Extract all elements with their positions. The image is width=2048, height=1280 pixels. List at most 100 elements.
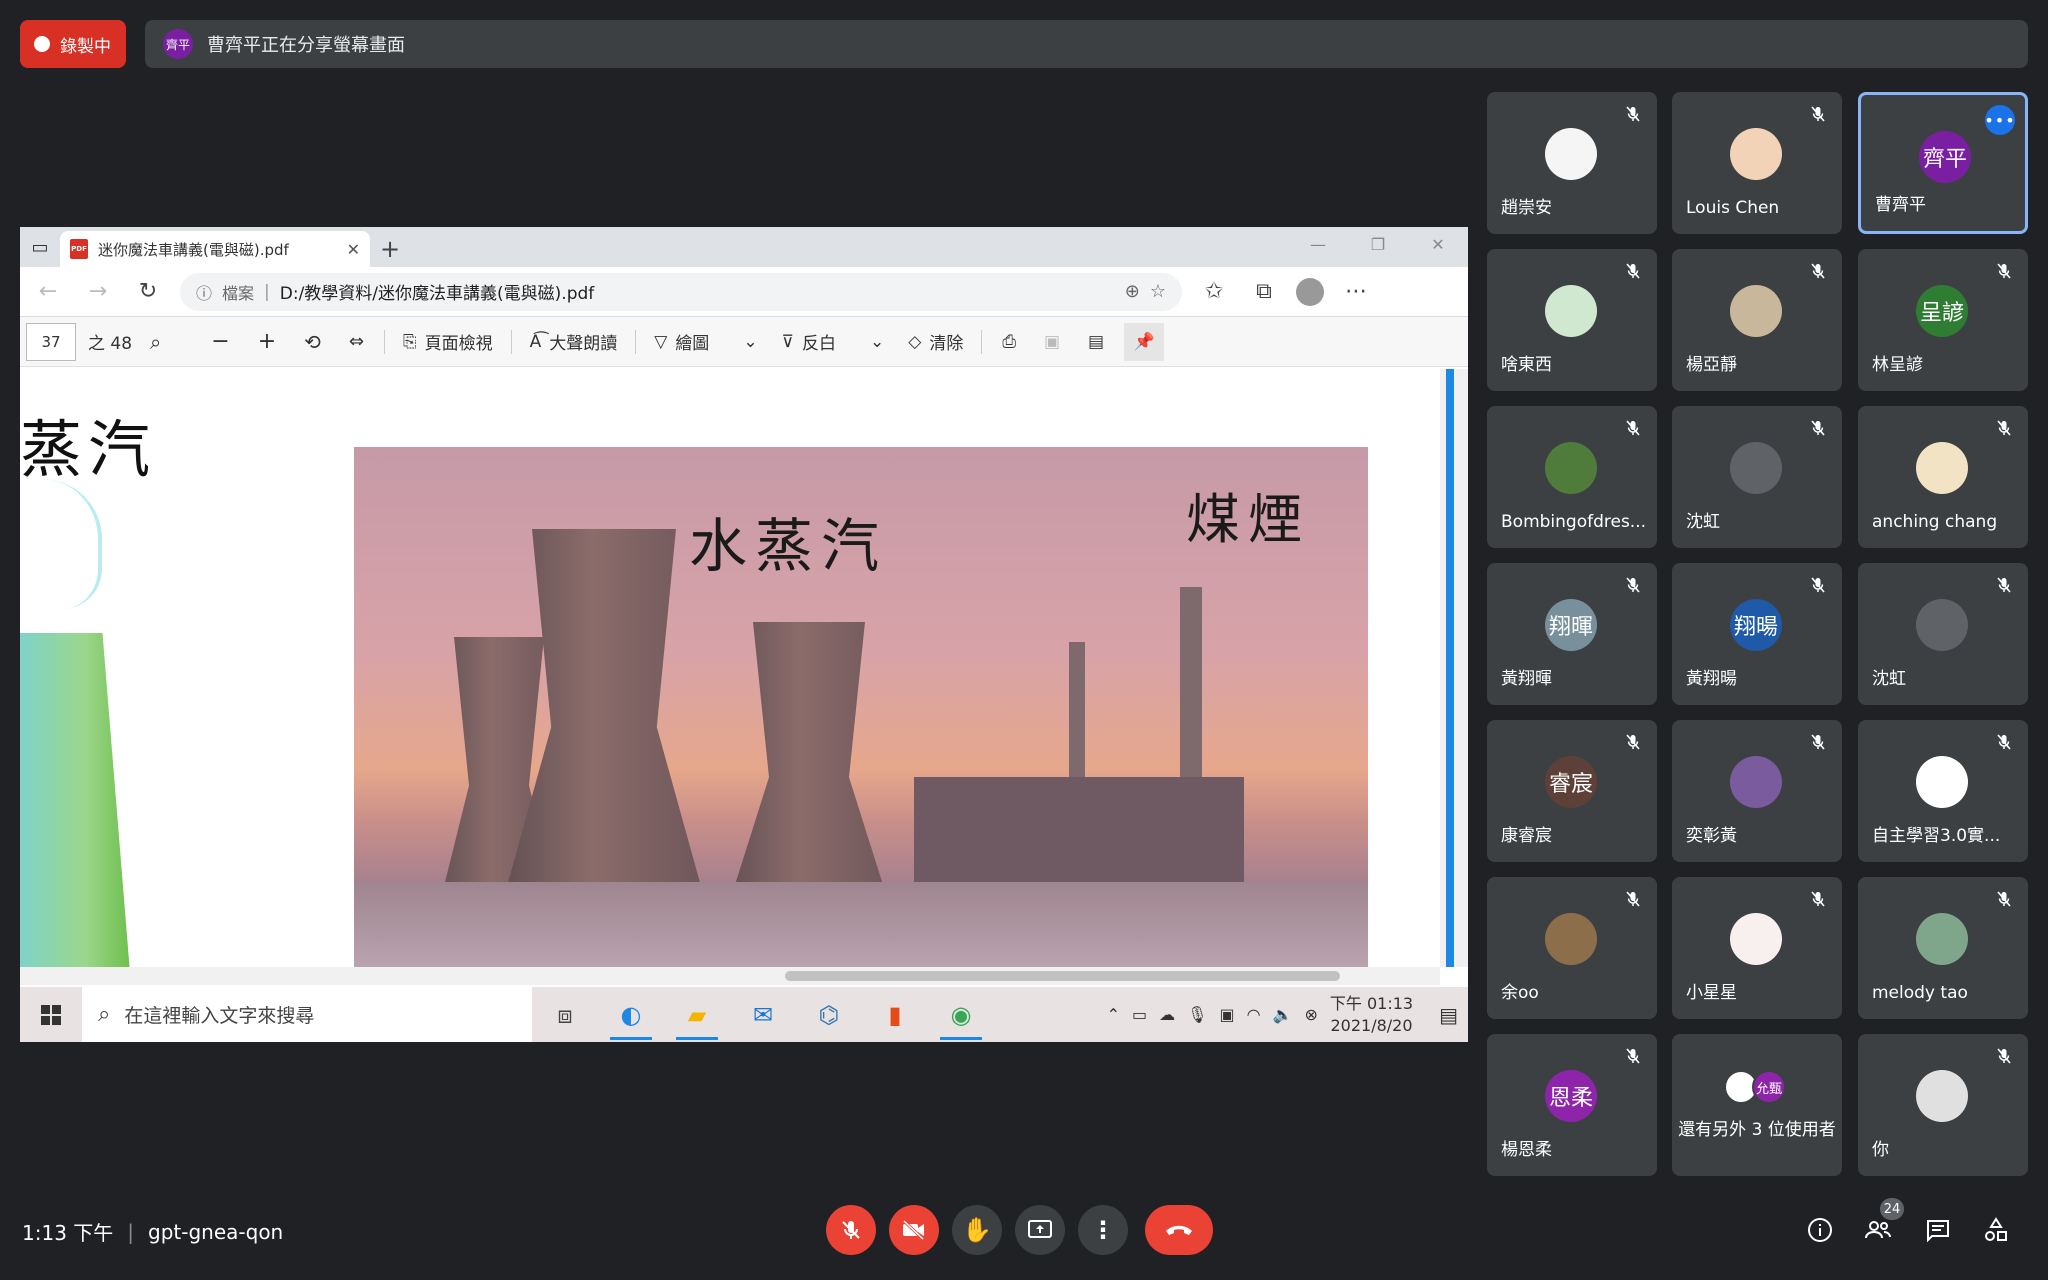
avatar (1545, 442, 1597, 494)
participant-tile[interactable]: 奕彰黃 (1672, 720, 1842, 862)
more-options-icon[interactable]: ••• (1984, 105, 2015, 135)
people-button[interactable]: 24 (1858, 1198, 1904, 1250)
wifi-icon[interactable]: ◠ (1247, 1005, 1261, 1024)
present-button[interactable] (1015, 1205, 1065, 1255)
pin-toolbar-icon[interactable]: 📌 (1124, 322, 1165, 361)
zoom-out-icon[interactable]: − (203, 329, 237, 354)
page-number-input[interactable]: 37 (26, 322, 76, 361)
participant-tile[interactable]: 允甄 還有另外 3 位使用者 (1672, 1034, 1842, 1176)
zoom-icon[interactable]: ⊕ (1125, 281, 1140, 302)
monitor-icon[interactable]: ▣ (1219, 1005, 1234, 1024)
mic-toggle-button[interactable] (826, 1205, 876, 1255)
browser-tab-bar: ▭ PDF 迷你魔法車講義(電與磁).pdf ✕ + — ❐ ✕ (20, 227, 1468, 267)
tray-chevron-icon[interactable]: ⌃ (1107, 1005, 1120, 1024)
participant-tile[interactable]: 楊亞靜 (1672, 249, 1842, 391)
leave-call-button[interactable] (1145, 1205, 1213, 1255)
participant-tile[interactable]: ••• 齊平 曹齊平 (1858, 92, 2028, 234)
participant-tile[interactable]: Louis Chen (1672, 92, 1842, 234)
more-options-button[interactable]: ⋮ (1078, 1205, 1128, 1255)
mail-icon[interactable]: ✉ (730, 987, 796, 1042)
office-icon[interactable]: ▮ (862, 987, 928, 1042)
participant-tile[interactable]: 沈虹 (1672, 406, 1842, 548)
participant-tile[interactable]: 你 (1858, 1034, 2028, 1176)
mic-off-icon (1808, 104, 1828, 124)
raise-hand-button[interactable]: ✋ (952, 1205, 1002, 1255)
taskbar-search[interactable]: ⌕ 在這裡輸入文字來搜尋 (82, 987, 532, 1042)
participant-tile[interactable]: 睿宸 康睿宸 (1487, 720, 1657, 862)
tray-usb-icon[interactable]: ▭ (1132, 1005, 1147, 1024)
address-bar[interactable]: ⓘ 檔案 | D:/教學資料/迷你魔法車講義(電與磁).pdf ⊕ ☆ (180, 272, 1182, 311)
rotate-icon[interactable]: ⟲ (296, 330, 329, 354)
chat-button[interactable] (1918, 1210, 1958, 1250)
microphone-icon[interactable]: 🎙 (1187, 1005, 1207, 1024)
participant-tile[interactable]: 小星星 (1672, 877, 1842, 1019)
participant-tile[interactable]: 翔暉 黃翔暉 (1487, 563, 1657, 705)
task-view-icon[interactable]: ⧈ (532, 987, 598, 1042)
participant-tile[interactable]: 余oo (1487, 877, 1657, 1019)
save-as-icon[interactable]: ▤ (1080, 332, 1112, 352)
profile-avatar[interactable] (1296, 277, 1324, 306)
python-icon[interactable]: ⌬ (796, 987, 862, 1042)
close-tab-icon[interactable]: ✕ (347, 240, 360, 259)
notifications-icon[interactable]: ▤ (1439, 1003, 1458, 1027)
participant-tile[interactable]: 啥東西 (1487, 249, 1657, 391)
file-explorer-icon[interactable]: ▰ (664, 987, 730, 1042)
participant-name: 沈虹 (1686, 512, 1720, 532)
forward-icon[interactable]: → (80, 274, 116, 310)
camera-toggle-button[interactable] (889, 1205, 939, 1255)
taskbar-clock[interactable]: 下午 01:13 2021/8/20 (1330, 993, 1413, 1037)
minimize-icon[interactable]: — (1288, 227, 1348, 261)
chevron-down-icon[interactable]: ⌄ (870, 332, 884, 352)
page-view-button[interactable]: ⎘ 頁面檢視 (397, 329, 499, 355)
onedrive-icon[interactable]: ☁ (1159, 1005, 1175, 1024)
participant-tile[interactable]: Bombingofdres... (1487, 406, 1657, 548)
hang-up-icon (1166, 1225, 1192, 1235)
chevron-down-icon[interactable]: ⌄ (743, 332, 757, 352)
meeting-details-button[interactable] (1800, 1210, 1840, 1250)
draw-button[interactable]: ▽ 繪圖 ⌄ (648, 329, 763, 355)
erase-button[interactable]: ◇ 清除 (902, 329, 969, 355)
add-favorite-icon[interactable]: ☆ (1150, 281, 1166, 302)
new-tab-icon[interactable]: + (370, 231, 410, 267)
volume-icon[interactable]: 🔈 (1273, 1005, 1293, 1024)
url-text: D:/教學資料/迷你魔法車講義(電與磁).pdf (279, 284, 595, 304)
network-off-icon[interactable]: ⊗ (1304, 1005, 1317, 1024)
find-icon[interactable]: ⌕ (144, 330, 191, 354)
participant-tile[interactable]: 翔暘 黃翔暘 (1672, 563, 1842, 705)
left-heading: 蒸汽 (20, 413, 157, 486)
participant-tile[interactable]: anching chang (1858, 406, 2028, 548)
more-menu-icon[interactable]: ⋯ (1338, 274, 1374, 310)
restore-icon[interactable]: ❐ (1348, 227, 1408, 261)
edge-icon[interactable]: ◐ (598, 987, 664, 1042)
tab-title: 迷你魔法車講義(電與磁).pdf (98, 240, 289, 259)
chrome-icon[interactable]: ◉ (928, 987, 994, 1042)
collections-icon[interactable]: ⧉ (1246, 274, 1282, 310)
browser-tab[interactable]: PDF 迷你魔法車講義(電與磁).pdf ✕ (60, 231, 370, 267)
participant-tile[interactable]: 沈虹 (1858, 563, 2028, 705)
mic-off-icon (1623, 732, 1643, 752)
highlight-button[interactable]: ⊽ 反白 ⌄ (776, 329, 891, 355)
highlight-icon: ⊽ (781, 331, 795, 352)
close-window-icon[interactable]: ✕ (1408, 227, 1468, 261)
participant-tile[interactable]: 呈諺 林呈諺 (1858, 249, 2028, 391)
participant-tile[interactable]: melody tao (1858, 877, 2028, 1019)
scroll-thumb[interactable] (785, 971, 1340, 981)
activities-button[interactable] (1976, 1210, 2016, 1250)
fit-page-icon[interactable]: ⇔ (341, 331, 372, 352)
participant-tile[interactable]: 趙崇安 (1487, 92, 1657, 234)
participant-tile[interactable]: 恩柔 楊恩柔 (1487, 1034, 1657, 1176)
horizontal-scrollbar[interactable] (20, 967, 1440, 985)
save-icon[interactable]: ▣ (1036, 332, 1068, 352)
info-icon[interactable]: ⓘ (196, 280, 212, 304)
back-icon[interactable]: ← (30, 274, 66, 310)
read-aloud-button[interactable]: A͡ 大聲朗讀 (524, 329, 624, 355)
reload-icon[interactable]: ↻ (130, 274, 166, 310)
zoom-in-icon[interactable]: + (250, 329, 284, 354)
favorites-icon[interactable]: ✩ (1196, 274, 1232, 310)
print-icon[interactable]: ⎙ (994, 332, 1024, 352)
tab-actions-icon[interactable]: ▭ (20, 227, 60, 267)
recording-indicator[interactable]: 錄製中 (20, 20, 126, 68)
participant-tile[interactable]: 自主學習3.0實... (1858, 720, 2028, 862)
vertical-scrollbar[interactable] (1440, 369, 1468, 967)
start-button[interactable] (20, 987, 82, 1042)
